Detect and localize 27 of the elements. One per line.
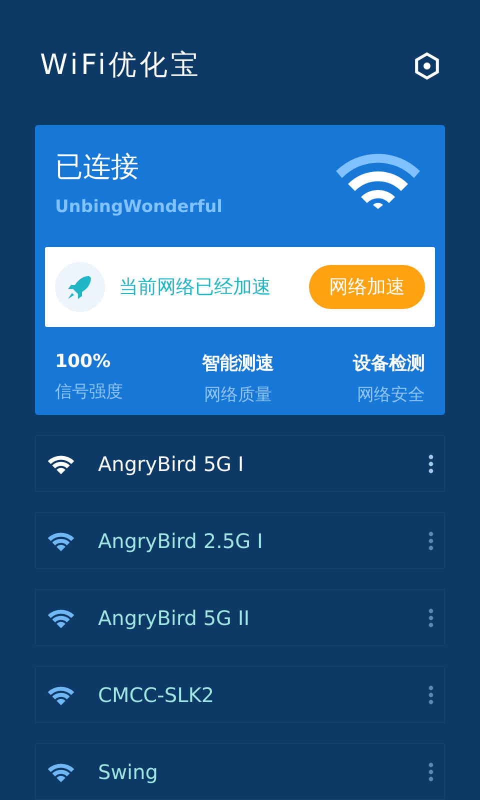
stat-label: 网络安全 xyxy=(357,384,425,406)
network-name: Swing xyxy=(98,760,159,784)
app-title: WiFi优化宝 xyxy=(40,48,202,82)
settings-button[interactable] xyxy=(412,51,442,81)
network-name: CMCC-SLK2 xyxy=(98,682,216,706)
rocket-icon xyxy=(55,262,105,312)
stat-label: 信号强度 xyxy=(55,380,123,403)
network-item[interactable]: CMCC-SLK2 xyxy=(35,666,445,723)
stat-label: 网络质量 xyxy=(204,384,272,406)
network-name: AngryBird 5G II xyxy=(98,606,251,630)
boost-message: 当前网络已经加速 xyxy=(119,274,272,300)
network-item[interactable]: AngryBird 5G II xyxy=(35,589,445,646)
more-button[interactable] xyxy=(428,684,434,704)
stat-value: 智能测速 xyxy=(202,352,274,375)
network-item[interactable]: Swing xyxy=(35,743,445,800)
more-button[interactable] xyxy=(428,454,434,474)
network-name: UnbingWonderful xyxy=(55,196,223,217)
connection-status: 已连接 xyxy=(55,148,140,185)
network-item[interactable]: AngryBird 5G I xyxy=(35,435,445,492)
network-name: AngryBird 5G I xyxy=(98,452,245,476)
more-button[interactable] xyxy=(428,762,434,782)
stat-value: 设备检测 xyxy=(353,352,425,375)
more-button[interactable] xyxy=(428,608,434,628)
more-button[interactable] xyxy=(428,530,434,550)
stat-value: 100% xyxy=(55,350,111,372)
network-name: AngryBird 2.5G I xyxy=(98,528,264,552)
network-item[interactable]: AngryBird 2.5G I xyxy=(35,512,445,569)
